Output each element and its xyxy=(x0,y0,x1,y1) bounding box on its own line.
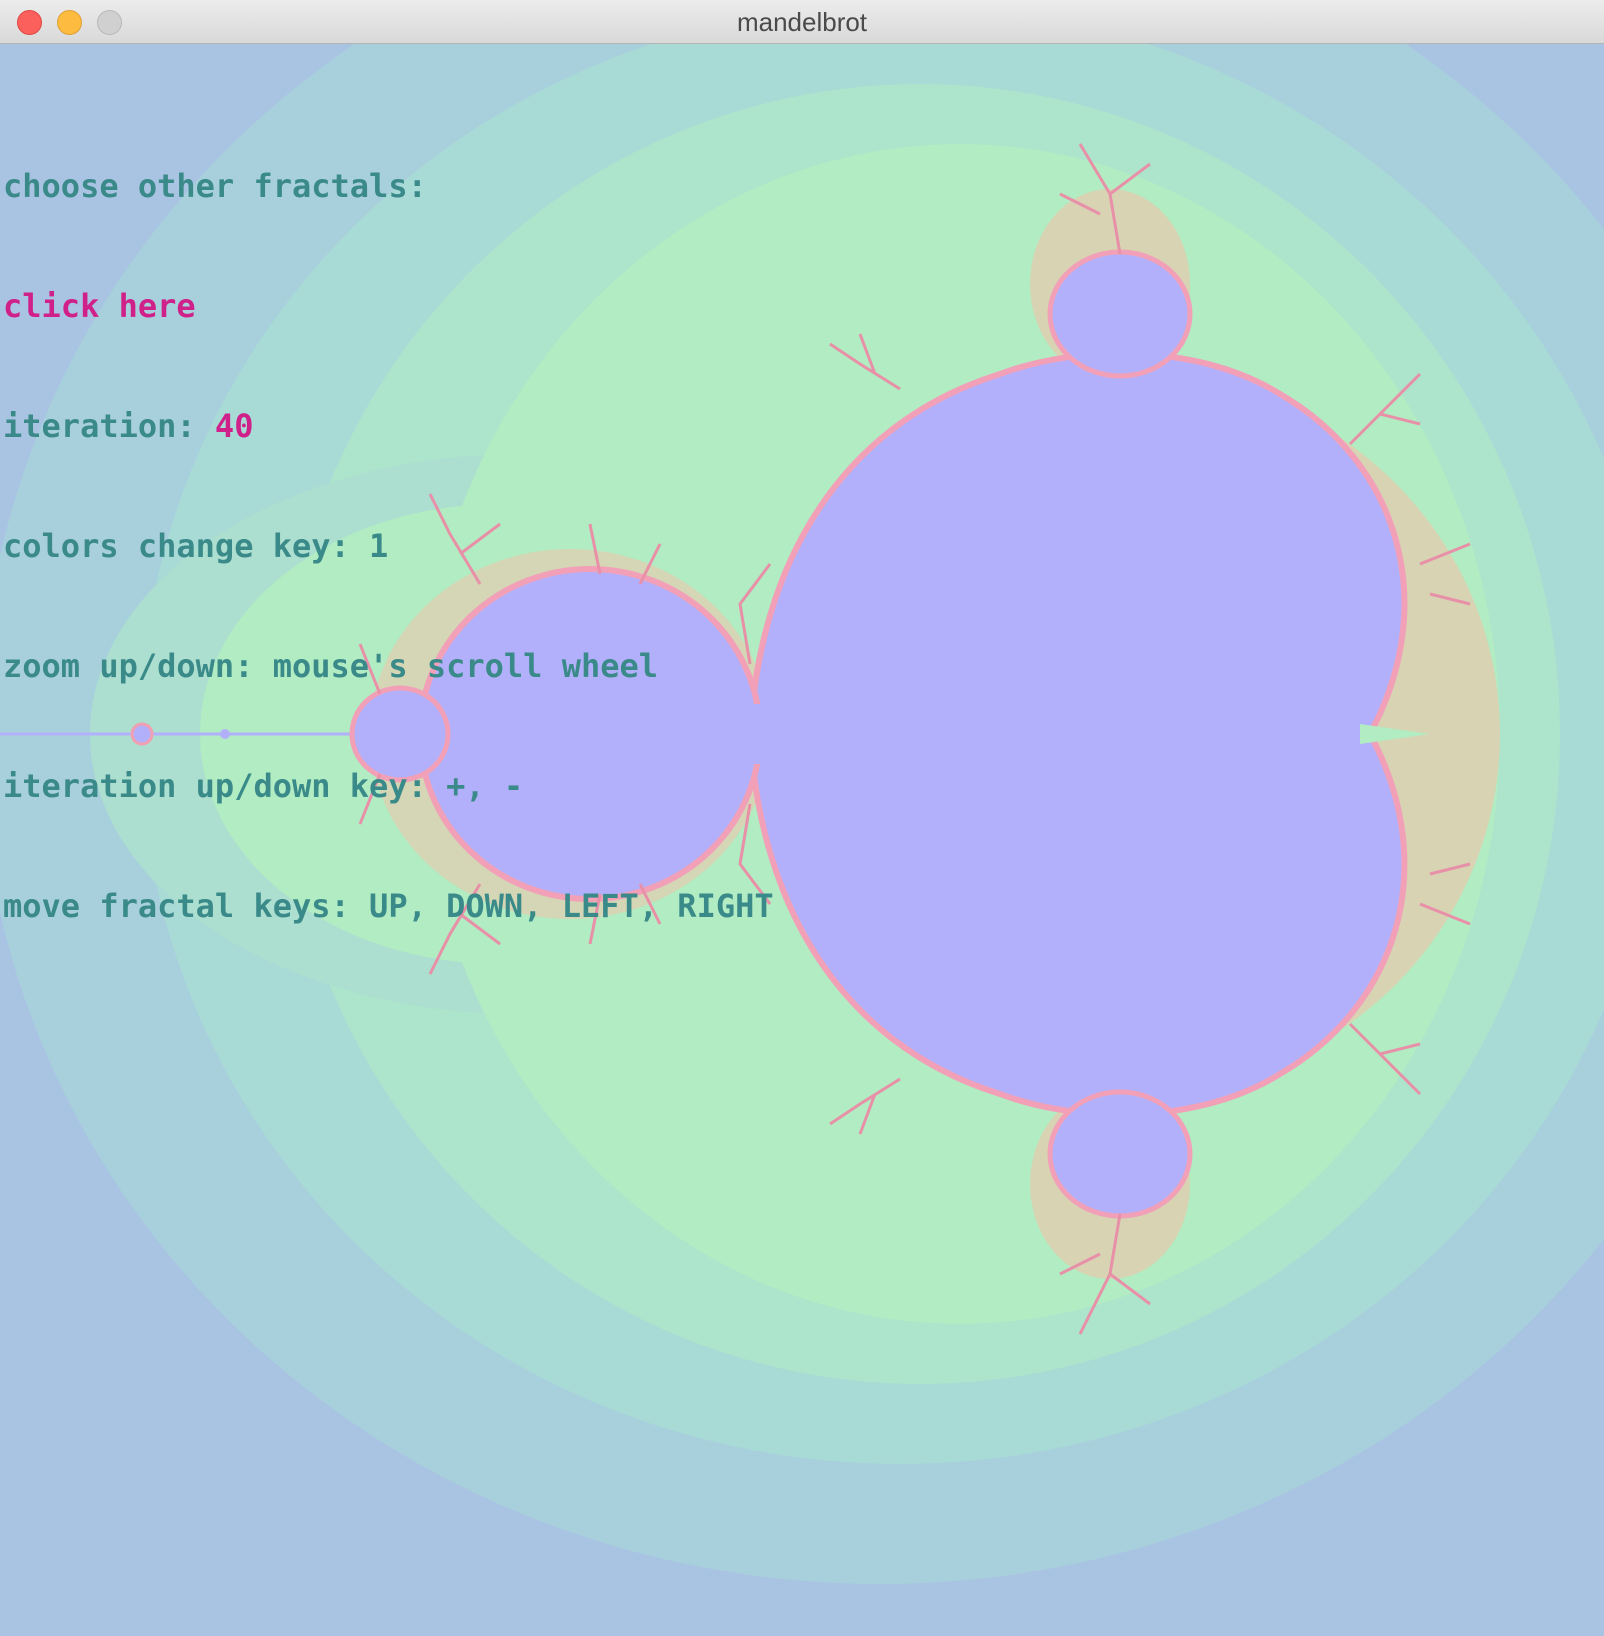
iteration-label: iteration: xyxy=(3,407,215,445)
iteration-keys-hint: iteration up/down key: +, - xyxy=(3,767,524,805)
bottom-bulb xyxy=(1047,1089,1193,1219)
main-cardioid xyxy=(746,350,1408,1118)
iteration-value: 40 xyxy=(214,407,254,445)
iteration-row: iteration: 40 xyxy=(3,406,774,446)
move-keys-hint: move fractal keys: UP, DOWN, LEFT, RIGHT xyxy=(3,887,774,925)
top-bulb xyxy=(1047,249,1193,379)
window-title: mandelbrot xyxy=(736,7,868,37)
zoom-hint: zoom up/down: mouse's scroll wheel xyxy=(3,647,659,685)
title-bar[interactable]: mandelbrot xyxy=(0,0,1604,44)
colors-change-hint: colors change key: 1 xyxy=(3,527,389,565)
click-here-link[interactable]: click here xyxy=(3,287,196,325)
app-window: mandelbrot choose other fractals: click … xyxy=(0,0,1604,1636)
info-panel: choose other fractals: click here iterat… xyxy=(3,86,774,1006)
choose-label: choose other fractals: xyxy=(3,167,427,205)
